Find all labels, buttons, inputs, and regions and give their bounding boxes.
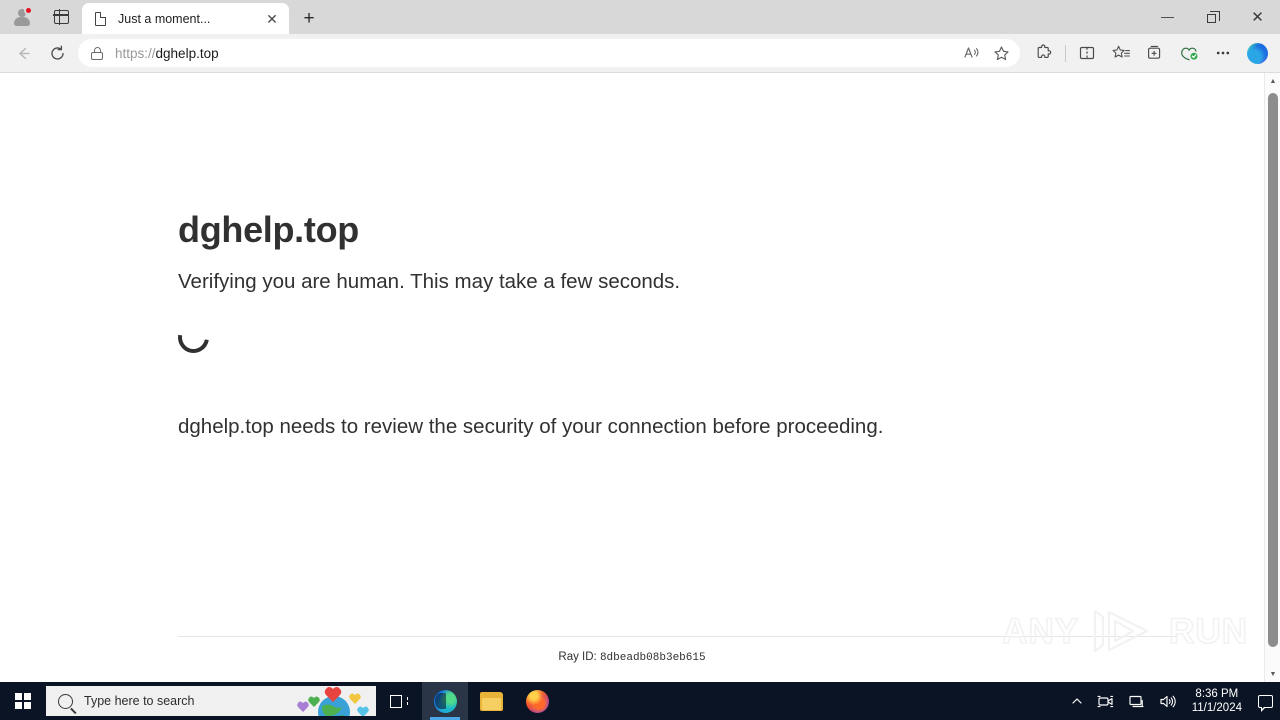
cloudflare-challenge-page: dghelp.top Verifying you are human. This… <box>0 73 1264 682</box>
bing-daily-globe-image <box>290 686 376 716</box>
copilot-icon <box>1246 42 1268 64</box>
new-tab-button[interactable]: + <box>292 3 326 34</box>
add-to-collections-button[interactable] <box>1138 38 1172 68</box>
refresh-button[interactable] <box>40 38 74 68</box>
watermark-text-any: ANY <box>1001 611 1080 651</box>
notifications-button[interactable] <box>1251 682 1280 720</box>
ray-id-footer: Ray ID: 8dbeadb08b3eb615 <box>178 651 1086 664</box>
toolbar-divider <box>1065 44 1066 62</box>
network-button[interactable] <box>1121 682 1152 720</box>
scroll-down-button[interactable]: ▼ <box>1265 666 1280 682</box>
browser-toolbar: https://dghelp.top <box>0 34 1280 72</box>
settings-more-button[interactable] <box>1206 38 1240 68</box>
browser-tab[interactable]: Just a moment... ✕ <box>82 3 289 34</box>
firefox-icon <box>525 689 549 713</box>
screen-recording-button[interactable] <box>1090 682 1121 720</box>
task-view-icon <box>390 694 408 709</box>
minimize-button[interactable]: — <box>1145 0 1190 34</box>
copilot-button[interactable] <box>1240 38 1274 68</box>
scroll-up-button[interactable]: ▲ <box>1265 73 1280 90</box>
extensions-puzzle-icon <box>1037 44 1052 58</box>
play-triangle-logo-icon <box>1085 605 1163 657</box>
show-hidden-icons-button[interactable] <box>1064 682 1090 720</box>
ray-id-label: Ray ID: <box>558 651 600 663</box>
file-explorer-icon <box>479 691 503 711</box>
tab-strip: Just a moment... ✕ + — ✕ <box>0 0 1280 34</box>
restore-button[interactable] <box>1190 0 1235 34</box>
page-title: dghelp.top <box>178 209 359 250</box>
settings-more-icon <box>1216 51 1230 55</box>
ray-id-value: 8dbeadb08b3eb615 <box>599 652 706 664</box>
favorites-list-button[interactable] <box>1104 38 1138 68</box>
browser-essentials-icon <box>1180 47 1197 61</box>
security-review-text: dghelp.top needs to review the security … <box>178 415 884 439</box>
show-hidden-icons-chevron <box>1072 698 1082 704</box>
vertical-tabs-icon <box>52 9 70 25</box>
split-screen-icon <box>1079 46 1095 60</box>
page-viewport: dghelp.top Verifying you are human. This… <box>0 72 1280 682</box>
search-icon <box>58 693 73 709</box>
system-tray: 8:36 PM 11/1/2024 <box>1064 682 1280 720</box>
taskbar-search-input[interactable]: Type here to search <box>46 686 376 716</box>
clock-time: 8:36 PM <box>1195 687 1239 700</box>
volume-button[interactable] <box>1152 682 1183 720</box>
page-scrollbar[interactable]: ▲ ▼ <box>1264 73 1280 682</box>
url-host: dghelp.top <box>155 45 219 61</box>
back-button[interactable] <box>6 38 40 68</box>
refresh-icon <box>50 45 64 60</box>
taskbar-app-edge[interactable] <box>422 682 468 720</box>
restore-icon <box>1207 10 1220 23</box>
anyrun-watermark: ANY RUN <box>1001 605 1248 657</box>
profile-button[interactable] <box>0 0 44 34</box>
avatar <box>13 6 33 26</box>
challenge-content: dghelp.top Verifying you are human. This… <box>171 73 1178 441</box>
read-aloud-button[interactable] <box>956 40 986 66</box>
split-screen-button[interactable] <box>1070 38 1104 68</box>
close-tab-button[interactable]: ✕ <box>261 8 283 30</box>
network-icon <box>1129 695 1144 707</box>
read-aloud-icon <box>963 47 978 58</box>
window-controls: — ✕ <box>1145 0 1280 34</box>
volume-icon <box>1160 695 1176 707</box>
url-scheme: https:// <box>115 45 156 61</box>
add-favorite-button[interactable] <box>986 40 1016 66</box>
add-to-collections-icon <box>1148 45 1161 59</box>
close-window-button[interactable]: ✕ <box>1235 0 1280 34</box>
lock-icon <box>90 46 104 61</box>
windows-taskbar: Type here to search 8:36 PM 11/1/2024 <box>0 682 1280 720</box>
browser-essentials-button[interactable] <box>1172 38 1206 68</box>
taskbar-app-file-explorer[interactable] <box>468 682 514 720</box>
favorites-list-icon <box>1111 45 1130 58</box>
notifications-icon <box>1258 694 1273 712</box>
profile-notification-dot <box>24 6 33 15</box>
loading-spinner-icon <box>171 316 216 360</box>
edge-icon <box>433 689 457 713</box>
search-placeholder: Type here to search <box>84 694 195 708</box>
clock[interactable]: 8:36 PM 11/1/2024 <box>1183 682 1251 720</box>
windows-start-icon <box>15 693 31 709</box>
tab-title: Just a moment... <box>118 11 211 26</box>
start-button[interactable] <box>0 682 46 720</box>
avatar-body <box>14 17 30 26</box>
taskbar-app-firefox[interactable] <box>514 682 560 720</box>
star-icon <box>993 45 1009 60</box>
address-bar[interactable]: https://dghelp.top <box>78 39 1020 67</box>
footer-divider <box>178 636 1178 637</box>
clock-date: 11/1/2024 <box>1191 702 1242 714</box>
tab-actions-button[interactable] <box>44 0 78 34</box>
verify-subtitle: Verifying you are human. This may take a… <box>178 269 681 293</box>
watermark-text-run: RUN <box>1168 611 1248 651</box>
extensions-button[interactable] <box>1027 38 1061 68</box>
scrollbar-thumb[interactable] <box>1268 93 1278 647</box>
back-arrow-icon <box>18 47 30 59</box>
browser-window: Just a moment... ✕ + — ✕ https://dghelp.… <box>0 0 1280 682</box>
page-icon <box>93 11 109 27</box>
task-view-button[interactable] <box>376 682 422 720</box>
url-text: https://dghelp.top <box>115 46 219 61</box>
screen-recording-icon <box>1097 695 1113 707</box>
screen: Just a moment... ✕ + — ✕ https://dghelp.… <box>0 0 1280 720</box>
